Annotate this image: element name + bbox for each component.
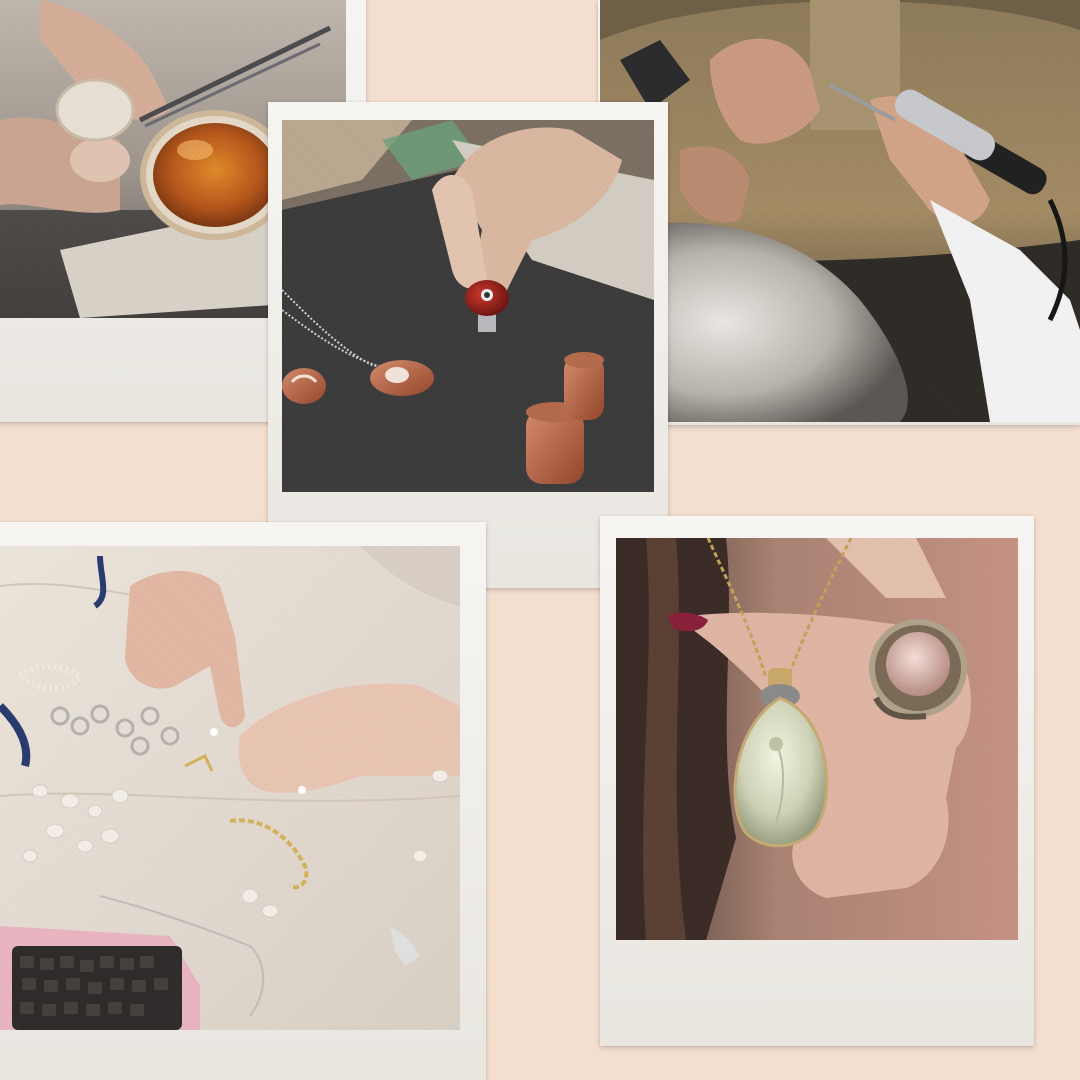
- photo-jewelry-table: [0, 546, 460, 1030]
- photo-crystal-pendant: [616, 538, 1018, 940]
- polaroid-frame-jewelry-table: [0, 522, 486, 1080]
- collage-canvas: [0, 0, 1080, 1080]
- photo-rotary-tool: [600, 0, 1080, 422]
- polaroid-frame-pendant: [600, 516, 1034, 1046]
- photo-red-ring: [282, 120, 654, 492]
- polaroid-frame-rotary-tool: [598, 0, 1080, 425]
